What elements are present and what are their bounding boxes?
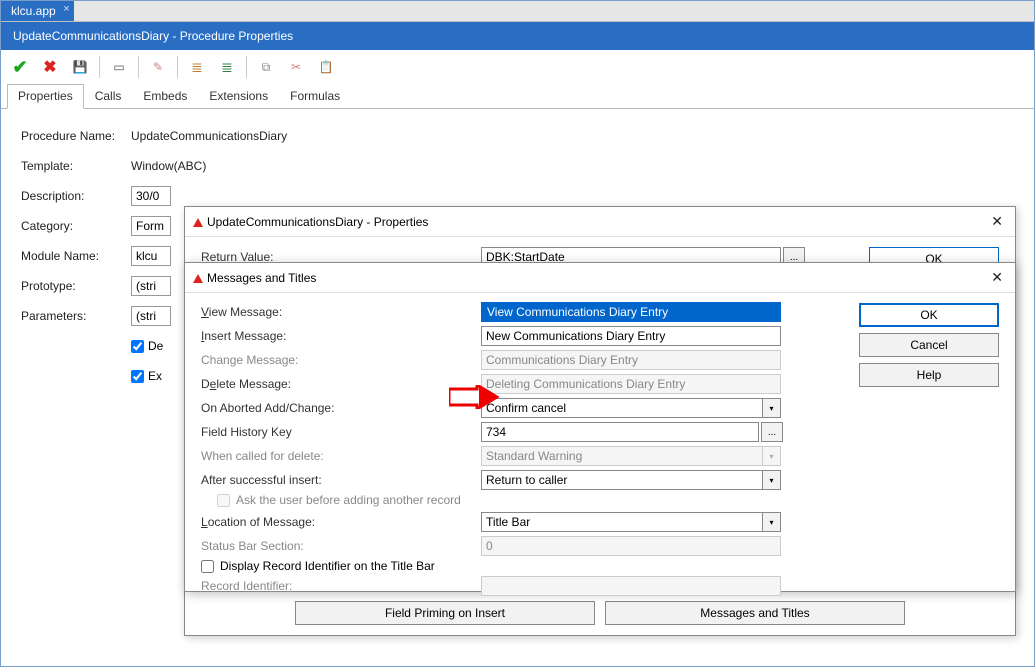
status-bar-section-label: Status Bar Section: (201, 539, 481, 553)
location-message-label: Location of Message: (201, 515, 481, 529)
after-insert-select[interactable]: ▾ (481, 470, 781, 490)
annotation-arrow-icon (449, 385, 499, 409)
close-icon[interactable]: ✕ (987, 269, 1007, 286)
app-icon (193, 274, 203, 283)
tab-embeds[interactable]: Embeds (132, 84, 198, 108)
file-tab[interactable]: klcu.app × (1, 1, 74, 21)
delete-message-label: Delete Message: (201, 377, 481, 391)
properties-dialog-title: UpdateCommunicationsDiary - Properties (207, 215, 428, 229)
accept-button[interactable]: ✔ (9, 56, 31, 78)
chevron-down-icon[interactable]: ▾ (763, 398, 781, 418)
cancel-button[interactable]: Cancel (859, 333, 999, 357)
template-value: Window(ABC) (131, 159, 206, 173)
tab-extensions[interactable]: Extensions (198, 84, 279, 108)
messages-titles-dialog: Messages and Titles ✕ View Message: Inse… (184, 262, 1016, 592)
close-icon[interactable]: ✕ (987, 213, 1007, 230)
prototype-label: Prototype: (21, 279, 131, 293)
ask-user-checkbox: Ask the user before adding another recor… (217, 493, 999, 507)
file-tab-bar: klcu.app × (1, 1, 1034, 22)
when-called-delete-select: ▾ (481, 446, 781, 466)
messages-titles-dialog-title: Messages and Titles (207, 271, 316, 285)
category-label: Category: (21, 219, 131, 233)
ok-button[interactable]: OK (859, 303, 999, 327)
tab-properties[interactable]: Properties (7, 84, 84, 109)
insert-message-input[interactable] (481, 326, 781, 346)
close-icon[interactable]: × (63, 3, 69, 15)
tab-calls[interactable]: Calls (84, 84, 133, 108)
field-history-key-label: Field History Key (201, 425, 481, 439)
display-record-checkbox[interactable]: Display Record Identifier on the Title B… (201, 559, 999, 573)
chevron-down-icon[interactable]: ▾ (763, 512, 781, 532)
file-tab-label: klcu.app (11, 4, 56, 18)
chevron-down-icon: ▾ (763, 446, 781, 466)
columns-left-button[interactable]: ≣ (186, 56, 208, 78)
window-button[interactable]: ▭ (108, 56, 130, 78)
procedure-name-label: Procedure Name: (21, 129, 131, 143)
change-message-input: Communications Diary Entry (481, 350, 781, 370)
paste-button[interactable]: 📋 (315, 56, 337, 78)
module-name-input[interactable] (131, 246, 171, 266)
insert-message-label: Insert Message: (201, 329, 481, 343)
copy-button[interactable]: ⧉ (255, 56, 277, 78)
procedure-name-value: UpdateCommunicationsDiary (131, 129, 287, 143)
save-button[interactable]: 💾 (69, 56, 91, 78)
columns-right-button[interactable]: ≣ (216, 56, 238, 78)
module-name-label: Module Name: (21, 249, 131, 263)
checkbox-de[interactable]: De (131, 339, 163, 353)
after-insert-label: After successful insert: (201, 473, 481, 487)
tab-formulas[interactable]: Formulas (279, 84, 351, 108)
category-input[interactable] (131, 216, 171, 236)
window-title: UpdateCommunicationsDiary - Procedure Pr… (13, 29, 293, 43)
help-button[interactable]: Help (859, 363, 999, 387)
parameters-label: Parameters: (21, 309, 131, 323)
status-bar-section-input: 0 (481, 536, 781, 556)
when-called-delete-label: When called for delete: (201, 449, 481, 463)
on-aborted-label: On Aborted Add/Change: (201, 401, 481, 415)
cut-button[interactable]: ✂ (285, 56, 307, 78)
toolbar: ✔ ✖ 💾 ▭ ✎ ≣ ≣ ⧉ ✂ 📋 (1, 50, 1034, 84)
parameters-input[interactable] (131, 306, 171, 326)
template-label: Template: (21, 159, 131, 173)
on-aborted-select[interactable]: ▾ (481, 398, 781, 418)
window-title-bar: UpdateCommunicationsDiary - Procedure Pr… (1, 22, 1034, 50)
chevron-down-icon[interactable]: ▾ (763, 470, 781, 490)
cancel-button[interactable]: ✖ (39, 56, 61, 78)
description-label: Description: (21, 189, 131, 203)
delete-message-input: Deleting Communications Diary Entry (481, 374, 781, 394)
location-message-select[interactable]: ▾ (481, 512, 781, 532)
field-history-key-input[interactable] (481, 422, 759, 442)
field-history-key-browse-button[interactable]: ... (761, 422, 783, 442)
app-icon (193, 218, 203, 227)
main-tabs: Properties Calls Embeds Extensions Formu… (1, 84, 1034, 109)
change-message-label: Change Message: (201, 353, 481, 367)
record-identifier-input (481, 576, 781, 596)
view-message-label: View Message: (201, 305, 481, 319)
record-identifier-label: Record Identifier: (201, 579, 481, 593)
view-message-input[interactable] (481, 302, 781, 322)
description-input[interactable] (131, 186, 171, 206)
checkbox-ex[interactable]: Ex (131, 369, 162, 383)
edit-button[interactable]: ✎ (147, 56, 169, 78)
prototype-input[interactable] (131, 276, 171, 296)
